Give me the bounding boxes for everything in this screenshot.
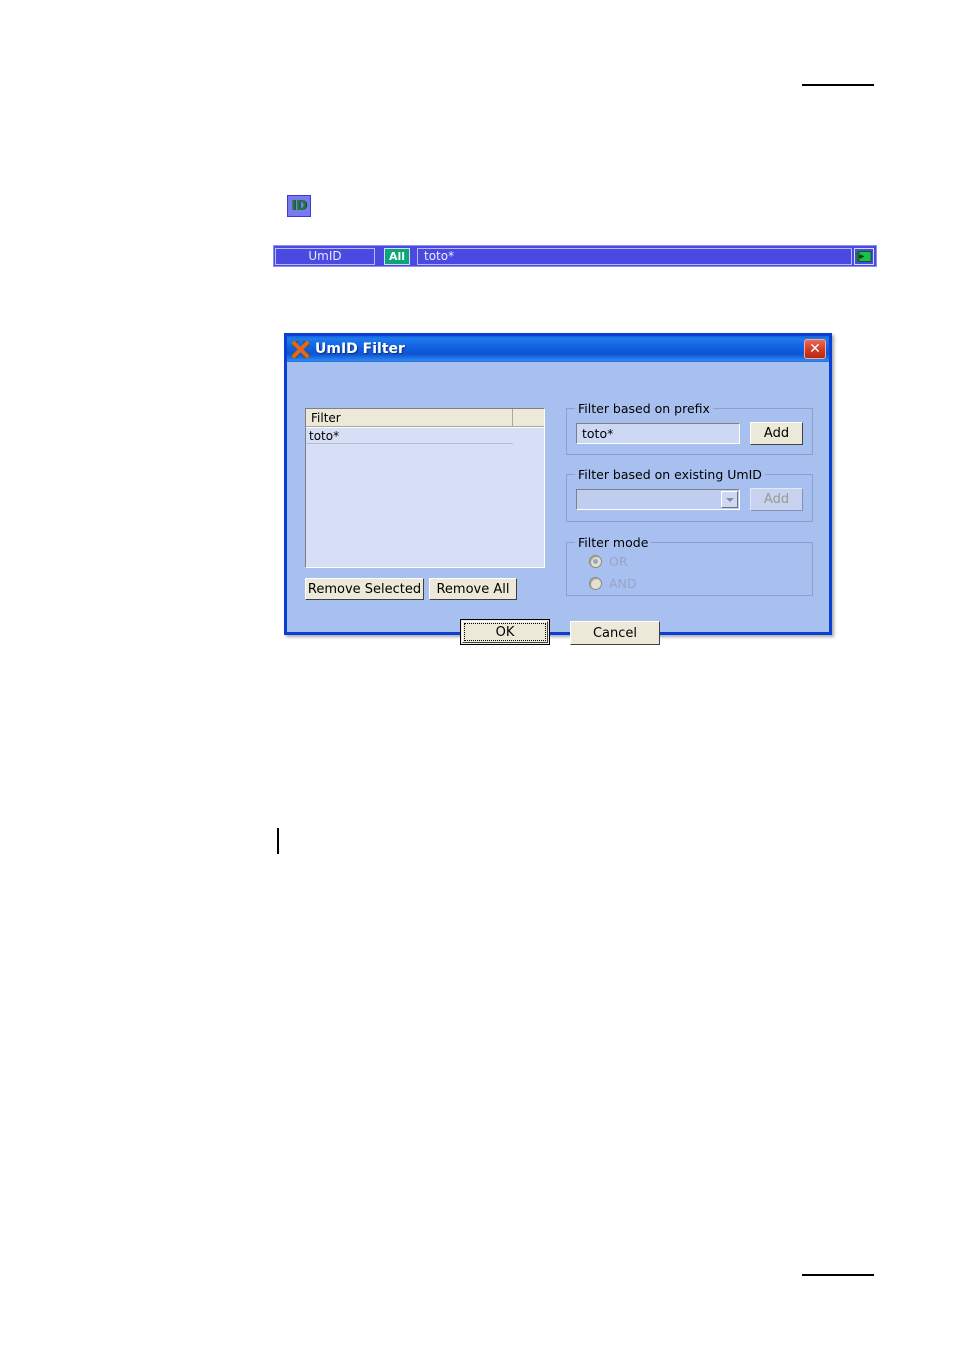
dialog-titlebar[interactable]: UmID Filter ✕ [287, 336, 829, 362]
remove-selected-button[interactable]: Remove Selected [305, 578, 424, 600]
prefix-input[interactable]: toto* [576, 423, 740, 444]
ok-button[interactable]: OK [460, 619, 550, 645]
filter-mode-option-and: AND [589, 576, 637, 591]
toolbar-scope-button[interactable]: All [384, 247, 410, 265]
filter-mode-option-or-label: OR [609, 554, 628, 569]
prefix-group-legend: Filter based on prefix [575, 401, 713, 416]
toolbar-filter-value[interactable]: toto* [417, 247, 852, 265]
umid-filter-dialog: UmID Filter ✕ Filter toto* Remove Select… [284, 333, 832, 645]
filter-list-header: Filter [306, 409, 544, 428]
top-rule [802, 84, 874, 86]
list-item[interactable]: toto* [306, 428, 544, 444]
column-header-filter[interactable]: Filter [306, 409, 513, 427]
change-bar [277, 828, 279, 854]
cancel-button[interactable]: Cancel [570, 621, 660, 645]
dialog-title: UmID Filter [315, 341, 405, 357]
prefix-group: Filter based on prefix toto* Add [566, 401, 813, 455]
radio-and-icon [589, 577, 602, 590]
remove-all-button[interactable]: Remove All [429, 578, 517, 600]
dialog-body: Filter toto* Remove Selected Remove All … [287, 362, 829, 645]
filter-mode-option-or: OR [589, 554, 628, 569]
existing-umid-group: Filter based on existing UmID Add [566, 467, 813, 522]
list-item-label: toto* [309, 429, 340, 443]
column-header-spacer [513, 409, 544, 427]
existing-umid-add-button: Add [750, 488, 803, 511]
chevron-down-icon[interactable] [721, 491, 738, 508]
prefix-add-button[interactable]: Add [750, 422, 803, 445]
bottom-rule [802, 1274, 874, 1276]
close-icon[interactable]: ✕ [804, 339, 826, 359]
id-icon[interactable]: ID [287, 195, 311, 217]
filter-list[interactable]: Filter toto* [305, 408, 545, 568]
radio-or-icon [589, 555, 602, 568]
umid-filter-toolbar: UmID All toto* [273, 245, 877, 267]
filter-mode-group-legend: Filter mode [575, 535, 652, 550]
filter-mode-option-and-label: AND [609, 576, 637, 591]
enter-arrow-icon[interactable] [854, 247, 874, 265]
toolbar-field-label[interactable]: UmID [275, 247, 375, 265]
existing-umid-combo[interactable] [576, 489, 740, 510]
id-icon-label: ID [291, 198, 307, 214]
existing-umid-group-legend: Filter based on existing UmID [575, 467, 765, 482]
app-icon [292, 340, 309, 358]
existing-umid-combo-value [577, 490, 720, 509]
ok-button-face[interactable]: OK [462, 621, 548, 643]
filter-mode-group: Filter mode OR AND [566, 535, 813, 596]
